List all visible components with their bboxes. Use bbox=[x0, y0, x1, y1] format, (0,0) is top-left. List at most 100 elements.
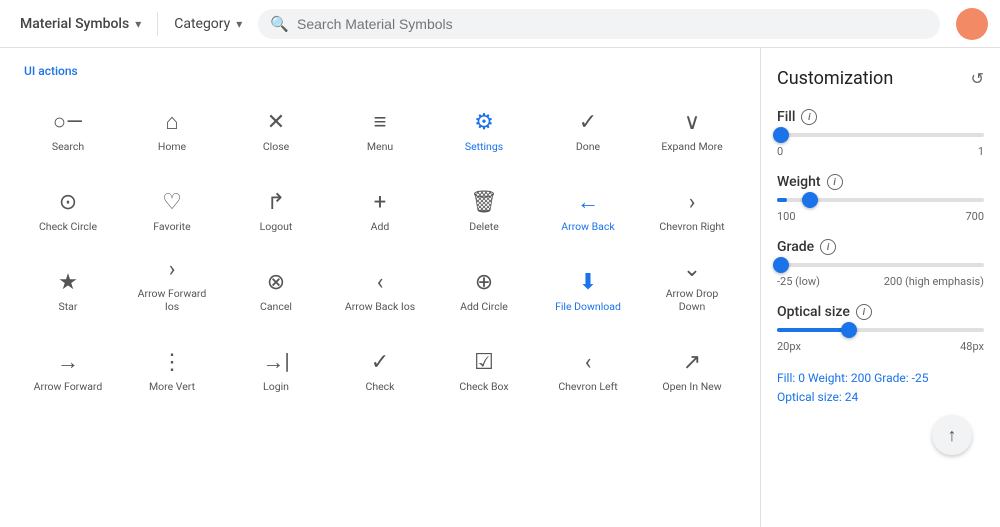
search-icon: 🔍 bbox=[270, 15, 289, 33]
optical-size-control: Optical size i 20px 48px bbox=[777, 304, 984, 353]
icon-cell-home[interactable]: ⌂ Home bbox=[120, 82, 224, 162]
icon-cell-chevron_left[interactable]: ‹Chevron Left bbox=[536, 322, 640, 402]
icon-label-settings: Settings bbox=[465, 140, 503, 154]
icon-cell-delete[interactable]: 🗑Delete bbox=[432, 162, 536, 242]
add-icon: + bbox=[374, 192, 386, 214]
icon-label-home: Home bbox=[158, 140, 186, 154]
check_box-icon: ☑ bbox=[474, 352, 494, 374]
main-layout: UI actions ○—Search⌂Home✕Close≡Menu⚙Sett… bbox=[0, 48, 1000, 527]
home-icon: ⌂ bbox=[165, 112, 178, 134]
icon-label-login: Login bbox=[263, 380, 289, 394]
fill-label-row: Fill i bbox=[777, 109, 984, 125]
scroll-top-fab[interactable]: ↑ bbox=[932, 415, 972, 455]
icon-cell-file_download[interactable]: ⬇File Download bbox=[536, 242, 640, 322]
icon-label-add: Add bbox=[371, 220, 390, 234]
chevron_right-icon: › bbox=[689, 192, 696, 214]
check-icon: ✓ bbox=[371, 352, 389, 374]
fill-range: 0 1 bbox=[777, 145, 984, 158]
fill-slider-thumb[interactable] bbox=[773, 127, 789, 143]
icon-cell-favorite[interactable]: ♡Favorite bbox=[120, 162, 224, 242]
icon-cell-arrow_back[interactable]: ←Arrow Back bbox=[536, 162, 640, 242]
icon-cell-open_in_new[interactable]: ↗ Open In New bbox=[640, 322, 744, 402]
icon-cell-search[interactable]: ○— Search bbox=[16, 82, 120, 162]
avatar bbox=[956, 8, 988, 40]
brand-chevron-icon: ▾ bbox=[135, 17, 141, 31]
icon-cell-check[interactable]: ✓Check bbox=[328, 322, 432, 402]
weight-info-icon[interactable]: i bbox=[827, 174, 843, 190]
grade-max: 200 (high emphasis) bbox=[884, 275, 984, 288]
icon-cell-arrow_forward_ios[interactable]: ›Arrow Forward Ios bbox=[120, 242, 224, 322]
topbar: Material Symbols ▾ Category ▾ 🔍 bbox=[0, 0, 1000, 48]
icon-cell-arrow_forward[interactable]: →Arrow Forward bbox=[16, 322, 120, 402]
grade-slider-track[interactable] bbox=[777, 263, 984, 267]
icon-cell-login[interactable]: →|Login bbox=[224, 322, 328, 402]
category-label: Category bbox=[174, 16, 230, 32]
icons-area: UI actions ○—Search⌂Home✕Close≡Menu⚙Sett… bbox=[0, 48, 760, 527]
expand_more-icon: ∨ bbox=[684, 112, 700, 134]
fill-max: 1 bbox=[978, 145, 984, 158]
weight-range: 100 700 bbox=[777, 210, 984, 223]
grade-slider-thumb[interactable] bbox=[773, 257, 789, 273]
icon-label-check_box: Check Box bbox=[459, 380, 508, 394]
icon-label-close: Close bbox=[263, 140, 289, 154]
weight-slider-fill bbox=[777, 198, 787, 202]
icon-cell-done[interactable]: ✓Done bbox=[536, 82, 640, 162]
icon-cell-arrow_drop_down[interactable]: ⌄Arrow Drop Down bbox=[640, 242, 744, 322]
done-icon: ✓ bbox=[579, 112, 597, 134]
icon-cell-star[interactable]: ★Star bbox=[16, 242, 120, 322]
grade-info-icon[interactable]: i bbox=[820, 239, 836, 255]
optical-min: 20px bbox=[777, 340, 801, 353]
topbar-divider bbox=[157, 12, 158, 36]
icon-label-more_vert: More Vert bbox=[149, 380, 195, 394]
grade-label-row: Grade i bbox=[777, 239, 984, 255]
icon-label-arrow_drop_down: Arrow Drop Down bbox=[652, 287, 732, 314]
weight-slider-thumb[interactable] bbox=[802, 192, 818, 208]
weight-label-row: Weight i bbox=[777, 174, 984, 190]
icon-cell-menu[interactable]: ≡Menu bbox=[328, 82, 432, 162]
icon-cell-logout[interactable]: ↱Logout bbox=[224, 162, 328, 242]
optical-slider-thumb[interactable] bbox=[841, 322, 857, 338]
fill-control: Fill i 0 1 bbox=[777, 109, 984, 158]
icon-label-chevron_left: Chevron Left bbox=[558, 380, 617, 394]
settings-icon: ⚙ bbox=[474, 112, 494, 134]
icon-label-search: Search bbox=[52, 140, 84, 154]
icon-cell-chevron_right[interactable]: ›Chevron Right bbox=[640, 162, 744, 242]
icon-cell-check_circle[interactable]: ⊙Check Circle bbox=[16, 162, 120, 242]
icon-label-open_in_new: Open In New bbox=[662, 380, 721, 394]
brand-dropdown[interactable]: Material Symbols ▾ bbox=[12, 12, 149, 36]
search-input[interactable] bbox=[297, 16, 928, 32]
icon-label-expand_more: Expand More bbox=[661, 140, 722, 154]
fill-slider-track[interactable] bbox=[777, 133, 984, 137]
optical-slider-track[interactable] bbox=[777, 328, 984, 332]
arrow_back_ios-icon: ‹ bbox=[377, 272, 384, 294]
optical-range: 20px 48px bbox=[777, 340, 984, 353]
refresh-button[interactable]: ↺ bbox=[971, 69, 984, 88]
search-icon: ○— bbox=[53, 112, 83, 134]
customization-summary: Fill: 0 Weight: 200 Grade: -25 Optical s… bbox=[777, 369, 984, 407]
icon-label-arrow_back_ios: Arrow Back Ios bbox=[345, 300, 415, 314]
icon-cell-settings[interactable]: ⚙ Settings bbox=[432, 82, 536, 162]
optical-info-icon[interactable]: i bbox=[856, 304, 872, 320]
cancel-icon: ⊗ bbox=[267, 272, 285, 294]
open_in_new-icon: ↗ bbox=[683, 352, 701, 374]
search-bar[interactable]: 🔍 bbox=[258, 9, 940, 39]
icon-cell-close[interactable]: ✕Close bbox=[224, 82, 328, 162]
weight-label: Weight bbox=[777, 174, 821, 190]
category-dropdown[interactable]: Category ▾ bbox=[166, 12, 250, 36]
weight-max: 700 bbox=[965, 210, 984, 223]
weight-min: 100 bbox=[777, 210, 796, 223]
icon-cell-more_vert[interactable]: ⋮More Vert bbox=[120, 322, 224, 402]
grade-min: -25 (low) bbox=[777, 275, 820, 288]
icon-cell-add[interactable]: + Add bbox=[328, 162, 432, 242]
icon-cell-expand_more[interactable]: ∨ Expand More bbox=[640, 82, 744, 162]
icon-cell-check_box[interactable]: ☑ Check Box bbox=[432, 322, 536, 402]
fill-info-icon[interactable]: i bbox=[801, 109, 817, 125]
panel-title: Customization bbox=[777, 68, 893, 89]
arrow_forward_ios-icon: › bbox=[169, 259, 176, 281]
arrow_forward-icon: → bbox=[57, 352, 79, 374]
icon-cell-add_circle[interactable]: ⊕Add Circle bbox=[432, 242, 536, 322]
weight-control: Weight i 100 700 bbox=[777, 174, 984, 223]
icon-cell-arrow_back_ios[interactable]: ‹ Arrow Back Ios bbox=[328, 242, 432, 322]
icon-cell-cancel[interactable]: ⊗Cancel bbox=[224, 242, 328, 322]
weight-slider-track[interactable] bbox=[777, 198, 984, 202]
